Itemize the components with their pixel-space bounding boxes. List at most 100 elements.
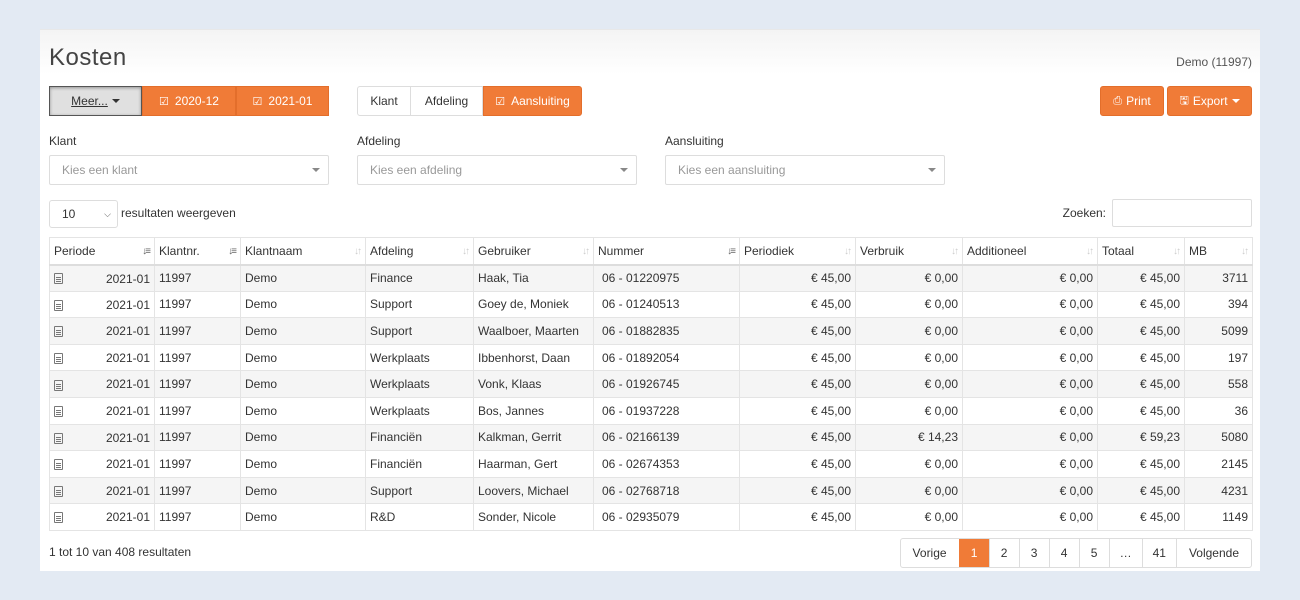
header-klantnr[interactable]: Klantnr. ↓≡ [154,237,241,266]
sort-asc-icon: ↓≡ [228,246,237,257]
table-cell: € 0,00 [855,343,963,372]
table-cell: 11997 [154,290,241,319]
export-label: Export [1192,94,1228,108]
document-icon[interactable] [54,485,63,497]
more-button[interactable]: Meer... [49,86,142,116]
table-cell: Support [365,476,474,505]
header-nummer[interactable]: Nummer ↓≡ [593,237,740,266]
table-cell: 5099 [1184,317,1253,345]
cell-value: 2021-01 [105,457,150,472]
table-cell: Demo [240,396,366,425]
cell-value: 2021-01 [105,510,150,525]
pagination-page[interactable]: 2 [988,539,1019,567]
header-verbruik[interactable]: Verbruik ↓↑ [855,237,963,266]
table-cell: 06 - 02166139 [593,423,740,452]
table-cell: 2145 [1184,450,1253,478]
sort-icon: ↓↑ [354,246,362,257]
pagination-page[interactable]: 3 [1018,539,1049,567]
header-mb[interactable]: MB ↓↑ [1184,237,1253,266]
save-icon: 🖫 [1179,94,1189,107]
cell-value: 2021-01 [105,430,150,445]
group-klant-button[interactable]: Klant [357,86,411,116]
afdeling-select[interactable]: Kies een afdeling [357,155,637,185]
table-cell: 11997 [154,370,241,398]
period-label: 2020-12 [174,94,219,108]
table-cell: € 0,00 [855,503,963,531]
table-cell: 11997 [154,264,241,292]
caret-down-icon [111,99,120,103]
document-icon[interactable] [54,459,63,471]
header-afdeling[interactable]: Afdeling ↓↑ [365,237,474,266]
search-input[interactable] [1112,199,1252,227]
pagination-page[interactable]: 4 [1048,539,1079,567]
header-periode[interactable]: Periode ↓≡ [49,237,155,266]
table-cell: 558 [1184,370,1253,398]
table-cell: € 0,00 [962,343,1098,372]
pagination-page[interactable]: 1 [958,539,989,567]
sort-icon: ↓↑ [462,246,470,257]
document-icon[interactable] [54,326,63,338]
pagination-next[interactable]: Volgende [1175,539,1251,567]
group-label: Aansluiting [511,94,570,108]
group-label: Afdeling [424,94,469,108]
sort-icon: ↓↑ [1241,246,1249,257]
header-label: Gebruiker [478,243,531,258]
group-afdeling-button[interactable]: Afdeling [410,86,483,116]
table-cell: Werkplaats [365,396,474,425]
sort-icon: ↓↑ [844,246,852,257]
table-cell: € 45,00 [1097,264,1185,292]
table-cell: Haarman, Gert [473,450,594,478]
search-label: Zoeken: [1062,206,1106,220]
document-icon[interactable] [54,379,63,391]
afdeling-filter-label: Afdeling [357,134,401,148]
table-cell: € 45,00 [739,317,856,345]
header-label: Additioneel [967,243,1027,258]
pagination-page[interactable]: 5 [1078,539,1109,567]
aansluiting-select[interactable]: Kies een aansluiting [665,155,945,185]
table-cell: € 0,00 [962,396,1098,425]
document-icon[interactable] [54,432,63,444]
table-cell: Support [365,317,474,345]
document-icon[interactable] [54,512,63,524]
cell-periode: 2021-01 [49,370,155,398]
header-klantnaam[interactable]: Klantnaam ↓↑ [240,237,366,266]
period-2021-01-button[interactable]: ☑ 2021-01 [236,86,329,116]
page-length-select[interactable]: 10 ⌵ [49,200,118,228]
cell-periode: 2021-01 [49,450,155,478]
cell-value: 2021-01 [105,297,150,312]
group-aansluiting-button[interactable]: ☑ Aansluiting [483,86,582,116]
cell-periode: 2021-01 [49,503,155,531]
print-button[interactable]: ⎙ Print [1100,86,1164,116]
header-gebruiker[interactable]: Gebruiker ↓↑ [473,237,594,266]
printer-icon: ⎙ [1113,94,1123,107]
table-cell: Demo [240,450,366,478]
document-icon[interactable] [54,406,63,418]
document-icon[interactable] [54,299,63,311]
document-icon[interactable] [54,273,63,285]
header-totaal[interactable]: Totaal ↓↑ [1097,237,1185,266]
table-info: 1 tot 10 van 408 resultaten [49,545,192,559]
caret-down-icon [1231,99,1240,103]
header-additioneel[interactable]: Additioneel ↓↑ [962,237,1098,266]
table-cell: € 45,00 [1097,450,1185,478]
table-cell: Werkplaats [365,370,474,398]
header-label: Nummer [598,243,645,258]
header-label: MB [1189,243,1207,258]
header-label: Klantnaam [245,243,303,258]
cell-value: 2021-01 [105,483,150,498]
table-cell: Demo [240,264,366,292]
table-cell: € 45,00 [1097,370,1185,398]
export-button[interactable]: 🖫 Export [1167,86,1252,116]
period-2020-12-button[interactable]: ☑ 2020-12 [142,86,236,116]
table-cell: 06 - 01937228 [593,396,740,425]
header-periodiek[interactable]: Periodiek ↓↑ [739,237,856,266]
pagination-page[interactable]: 41 [1141,539,1176,567]
cell-value: 2021-01 [105,403,150,418]
table-row: 2021-01 11997 Demo Werkplaats Bos, Jannes 06 … [49,396,1253,425]
klant-select[interactable]: Kies een klant [49,155,329,185]
klant-filter-label: Klant [49,134,77,148]
document-icon[interactable] [54,352,63,364]
pagination-prev[interactable]: Vorige [901,539,959,567]
cell-periode: 2021-01 [49,290,155,319]
table-header-row: Periode ↓≡ Klantnr. ↓≡ Klantnaam ↓↑ Afdelin… [49,237,1253,266]
